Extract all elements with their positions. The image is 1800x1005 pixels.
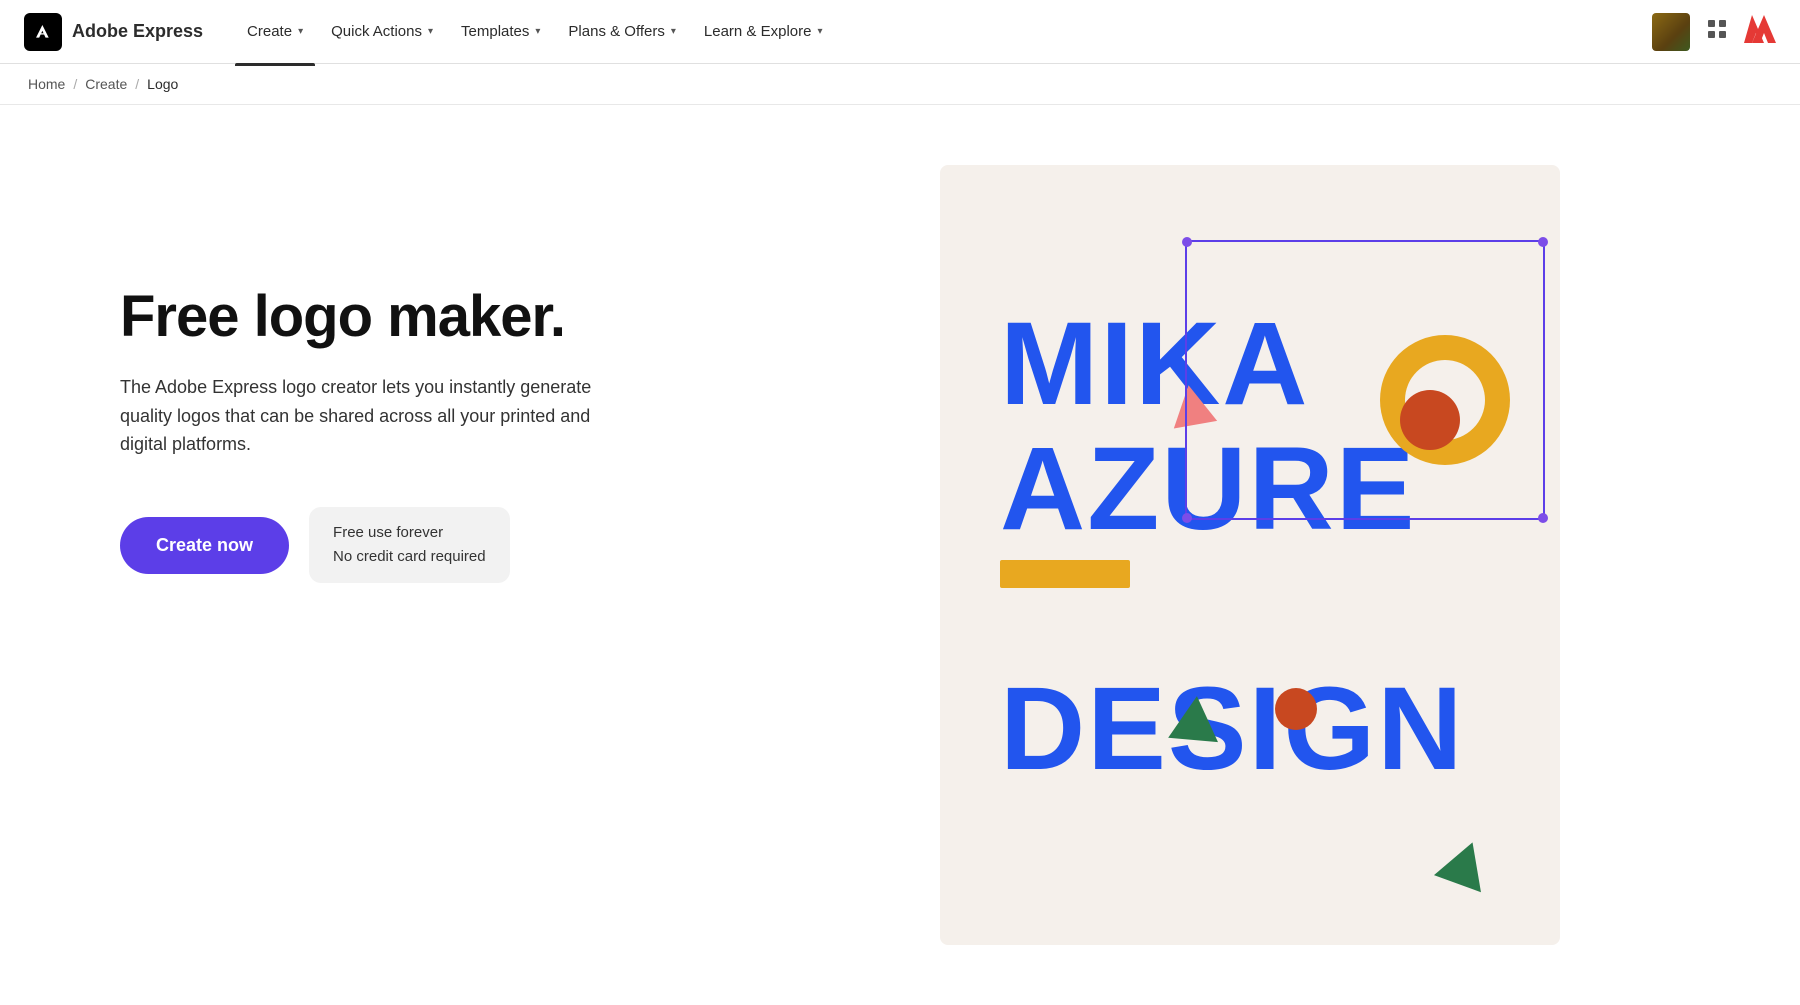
breadcrumb-current: Logo (147, 76, 178, 92)
navbar: Adobe Express Create ▾ Quick Actions ▾ T… (0, 0, 1800, 64)
breadcrumb-home[interactable]: Home (28, 76, 65, 92)
yellow-bar-shape (1000, 560, 1130, 588)
breadcrumb: Home / Create / Logo (0, 64, 1800, 105)
selection-handle-tl (1182, 237, 1192, 247)
free-badge: Free use forever No credit card required (309, 507, 510, 583)
logo-text-design: DESIGN (1000, 670, 1464, 788)
chevron-down-icon: ▾ (817, 26, 822, 37)
hero-description: The Adobe Express logo creator lets you … (120, 373, 640, 459)
logo-preview-card: MIKA AZURE DESIGN (940, 165, 1560, 945)
hero-right: MIKA AZURE DESIGN (780, 165, 1720, 945)
nav-item-learn-explore[interactable]: Learn & Explore ▾ (692, 15, 835, 48)
nav-item-templates[interactable]: Templates ▾ (449, 15, 552, 48)
grid-icon[interactable] (1706, 18, 1728, 46)
create-now-button[interactable]: Create now (120, 517, 289, 574)
breadcrumb-create[interactable]: Create (85, 76, 127, 92)
hero-actions: Create now Free use forever No credit ca… (120, 507, 700, 583)
main-content: Free logo maker. The Adobe Express logo … (0, 105, 1800, 1005)
chevron-down-icon: ▾ (535, 26, 540, 37)
green-triangle-bottom-left-shape (1168, 694, 1222, 742)
orange-circle-shape (1400, 390, 1460, 450)
nav-right (1652, 13, 1776, 51)
logo-artwork: MIKA AZURE DESIGN (940, 165, 1560, 945)
selection-handle-tr (1538, 237, 1548, 247)
hero-left: Free logo maker. The Adobe Express logo … (120, 165, 700, 583)
nav-item-create[interactable]: Create ▾ (235, 15, 315, 48)
logo-text-mika: MIKA (1000, 305, 1310, 423)
chevron-down-icon: ▾ (428, 26, 433, 37)
nav-logo-text: Adobe Express (72, 21, 203, 42)
orange-dot-shape (1275, 688, 1317, 730)
nav-item-plans-offers[interactable]: Plans & Offers ▾ (556, 15, 687, 48)
adobe-express-icon (24, 13, 62, 51)
free-line1: Free use forever (333, 521, 486, 545)
breadcrumb-sep-1: / (73, 76, 77, 92)
avatar[interactable] (1652, 13, 1690, 51)
pink-triangle-shape (1167, 381, 1217, 428)
selection-handle-br (1538, 513, 1548, 523)
adobe-logo-icon[interactable] (1744, 15, 1776, 48)
logo-text-azure: AZURE (1000, 430, 1416, 548)
nav-logo[interactable]: Adobe Express (24, 13, 203, 51)
chevron-down-icon: ▾ (298, 26, 303, 37)
hero-title: Free logo maker. (120, 285, 700, 349)
chevron-down-icon: ▾ (671, 26, 676, 37)
nav-items: Create ▾ Quick Actions ▾ Templates ▾ Pla… (235, 15, 1652, 48)
green-triangle-bottom-right-shape (1434, 834, 1496, 892)
nav-item-quick-actions[interactable]: Quick Actions ▾ (319, 15, 445, 48)
free-line2: No credit card required (333, 545, 486, 569)
breadcrumb-sep-2: / (135, 76, 139, 92)
